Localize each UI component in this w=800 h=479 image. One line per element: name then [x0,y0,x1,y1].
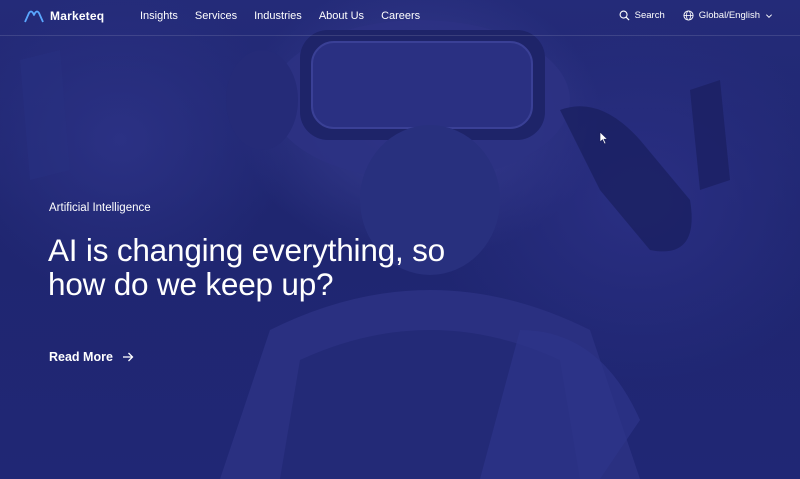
read-more-link[interactable]: Read More [49,350,134,364]
header-tools: Search Global/English [619,10,773,21]
nav-item-insights[interactable]: Insights [140,10,178,22]
locale-label: Global/English [698,10,760,21]
nav-item-industries[interactable]: Industries [254,10,302,22]
nav-item-about-us[interactable]: About Us [319,10,364,22]
brand-logo[interactable]: Marketeq [24,9,104,23]
arrow-right-icon [122,352,134,362]
hero-banner: Marketeq Insights Services Industries Ab… [0,0,800,479]
marketeq-logo-icon [24,10,44,23]
brand-name: Marketeq [50,9,105,23]
read-more-label: Read More [49,350,113,364]
search-button[interactable]: Search [619,10,665,21]
search-icon [619,10,630,21]
locale-selector[interactable]: Global/English [683,10,773,21]
top-navigation: Marketeq Insights Services Industries Ab… [0,0,800,36]
nav-item-careers[interactable]: Careers [381,10,420,22]
article-category: Artificial Intelligence [49,202,151,214]
search-label: Search [634,10,665,21]
main-menu: Insights Services Industries About Us Ca… [140,10,420,22]
mouse-cursor-icon [599,131,609,145]
nav-item-services[interactable]: Services [195,10,237,22]
chevron-down-icon [766,13,772,18]
globe-icon [683,10,694,21]
hero-headline: AI is changing everything, so how do we … [48,232,445,302]
